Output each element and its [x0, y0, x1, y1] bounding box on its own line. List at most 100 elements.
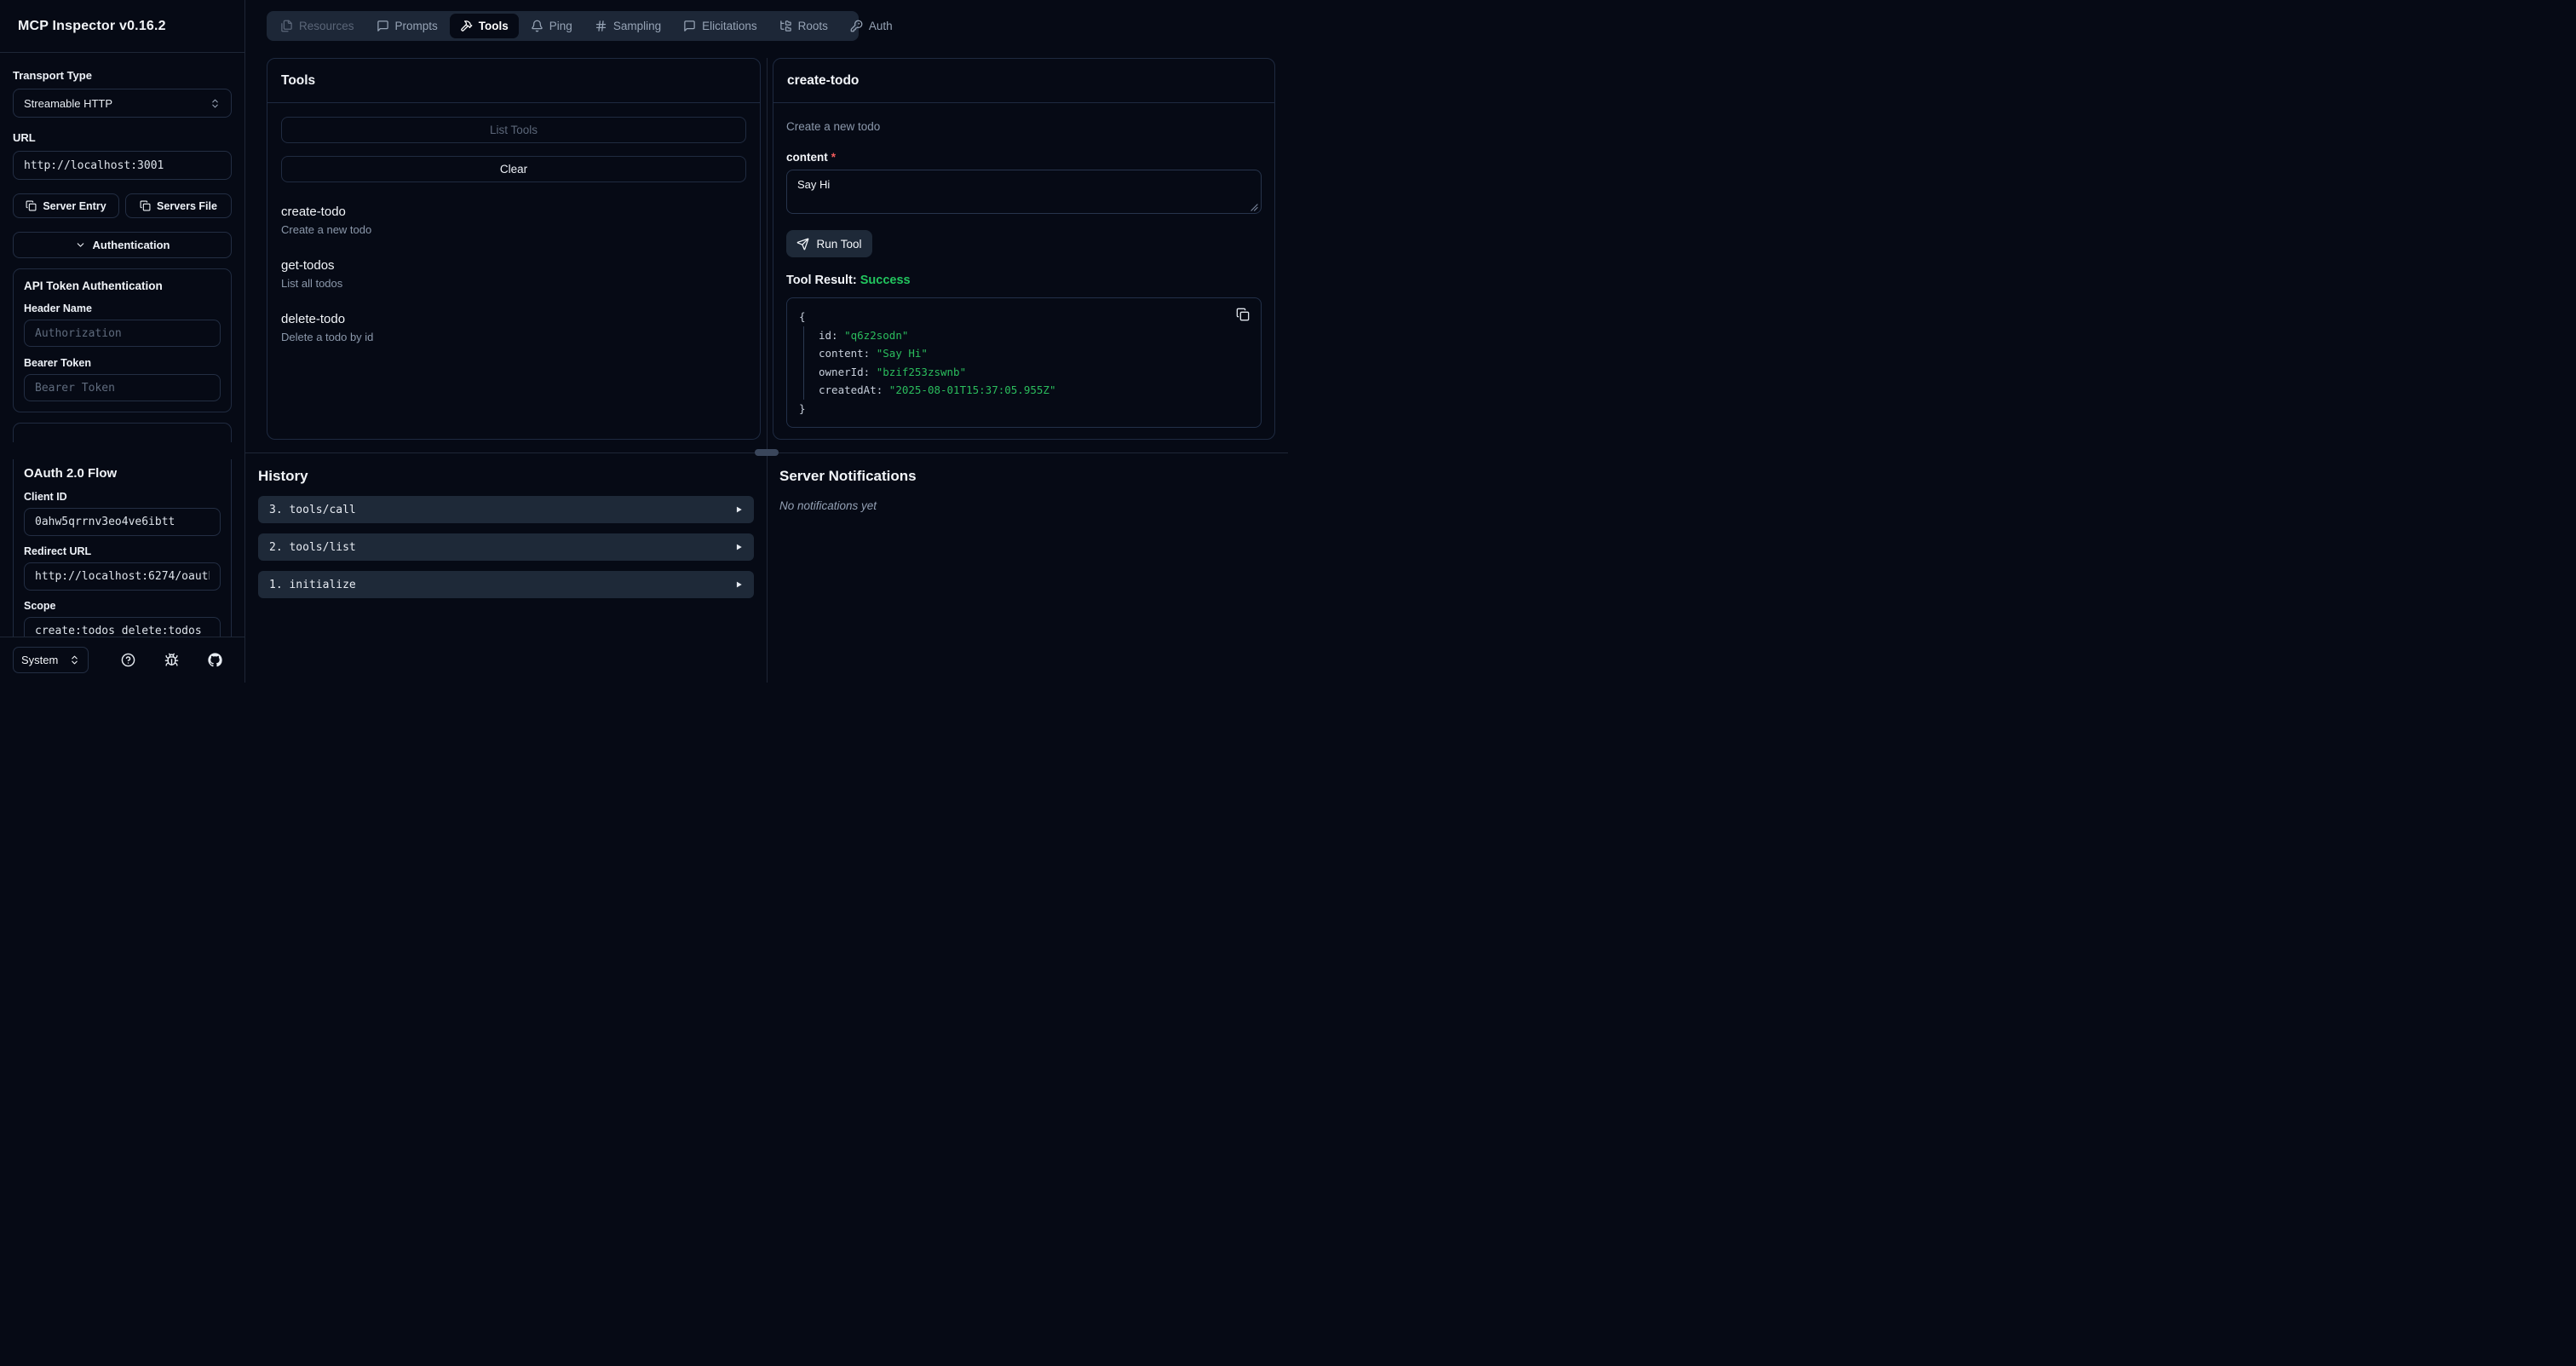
- json-entries: id: "q6z2sodn" content: "Say Hi" ownerId…: [803, 326, 1249, 400]
- resize-grip-icon[interactable]: [1251, 204, 1258, 211]
- oauth-flow-card: OAuth 2.0 Flow Client ID Redirect URL Sc…: [13, 459, 232, 637]
- tool-description: List all todos: [281, 277, 746, 290]
- expand-triangle-icon: [734, 543, 743, 551]
- tool-description: Delete a todo by id: [281, 331, 746, 343]
- oauth-flow-title: OAuth 2.0 Flow: [24, 466, 221, 481]
- json-open-brace: {: [799, 308, 1249, 326]
- tab-ping[interactable]: Ping: [520, 14, 583, 38]
- header-name-input[interactable]: [24, 320, 221, 347]
- tab-tools[interactable]: Tools: [450, 14, 519, 38]
- bearer-token-label: Bearer Token: [24, 357, 221, 369]
- json-entry: id: "q6z2sodn": [819, 326, 1249, 345]
- tool-name: delete-todo: [281, 312, 746, 326]
- redirect-url-label: Redirect URL: [24, 545, 221, 557]
- tab-label: Roots: [798, 20, 828, 32]
- tab-label: Auth: [869, 20, 893, 32]
- history-item-label: 2. tools/list: [269, 541, 356, 554]
- api-token-card: API Token Authentication Header Name Bea…: [13, 268, 232, 412]
- github-icon[interactable]: [208, 653, 222, 667]
- tool-result-status: Success: [860, 274, 911, 287]
- tool-detail-title: create-todo: [773, 59, 1274, 103]
- tab-label: Resources: [299, 20, 354, 32]
- theme-select[interactable]: System: [13, 647, 89, 673]
- json-entry: content: "Say Hi": [819, 344, 1249, 363]
- copy-icon: [1236, 308, 1250, 321]
- authentication-label: Authentication: [93, 239, 170, 251]
- authentication-toggle[interactable]: Authentication: [13, 232, 232, 258]
- theme-select-value: System: [21, 654, 58, 666]
- sidebar-header: MCP Inspector v0.16.2: [0, 0, 244, 53]
- tab-label: Sampling: [613, 20, 661, 32]
- tool-result-json: { id: "q6z2sodn" content: "Say Hi" owner…: [786, 297, 1262, 428]
- tool-result-line: Tool Result: Success: [786, 274, 1262, 287]
- history-item-label: 1. initialize: [269, 579, 356, 591]
- tab-auth[interactable]: Auth: [840, 14, 903, 38]
- tab-sampling[interactable]: Sampling: [584, 14, 671, 38]
- bug-icon[interactable]: [164, 653, 179, 667]
- scope-input[interactable]: [24, 617, 221, 637]
- url-label: URL: [13, 131, 232, 144]
- no-notifications-message: No notifications yet: [779, 499, 1288, 512]
- tool-description: Create a new todo: [281, 223, 746, 236]
- url-input[interactable]: [13, 151, 232, 180]
- tab-resources[interactable]: Resources: [270, 14, 365, 38]
- expand-triangle-icon: [734, 580, 743, 589]
- tab-roots[interactable]: Roots: [769, 14, 838, 38]
- mcp-inspector-app: MCP Inspector v0.16.2 Transport Type Str…: [0, 0, 1288, 683]
- required-asterisk: *: [831, 151, 836, 164]
- server-entry-button[interactable]: Server Entry: [13, 193, 119, 218]
- history-item-label: 3. tools/call: [269, 504, 356, 516]
- history-item-initialize[interactable]: 1. initialize: [258, 571, 754, 598]
- tab-label: Elicitations: [702, 20, 757, 32]
- transport-type-value: Streamable HTTP: [24, 97, 112, 110]
- run-tool-button[interactable]: Run Tool: [786, 230, 872, 257]
- main-area: Resources Prompts Tools Ping Sampling El…: [245, 0, 1288, 683]
- client-id-input[interactable]: [24, 508, 221, 536]
- json-close-brace: }: [799, 400, 1249, 418]
- sidebar-content: Transport Type Streamable HTTP URL Serve…: [0, 53, 244, 637]
- tab-elicitations[interactable]: Elicitations: [673, 14, 768, 38]
- tool-detail-body: Create a new todo content* Say Hi Run To…: [773, 103, 1274, 428]
- list-item[interactable]: create-todo Create a new todo: [281, 205, 746, 236]
- content-field-wrap: Say Hi: [786, 170, 1262, 216]
- transport-type-select[interactable]: Streamable HTTP: [13, 89, 232, 118]
- expand-triangle-icon: [734, 505, 743, 514]
- send-icon: [796, 238, 809, 251]
- server-notifications-section: Server Notifications No notifications ye…: [768, 453, 1288, 683]
- json-entry: ownerId: "bzif253zswnb": [819, 363, 1249, 382]
- client-id-label: Client ID: [24, 491, 221, 503]
- list-item[interactable]: get-todos List all todos: [281, 258, 746, 290]
- tool-detail-panel: create-todo Create a new todo content* S…: [773, 58, 1275, 440]
- sidebar-footer: System: [0, 637, 244, 683]
- tool-name: get-todos: [281, 258, 746, 273]
- history-item-tools-call[interactable]: 3. tools/call: [258, 496, 754, 523]
- tool-result-label: Tool Result:: [786, 274, 857, 287]
- servers-file-label: Servers File: [157, 200, 217, 212]
- content-textarea[interactable]: Say Hi: [786, 170, 1262, 214]
- clear-button[interactable]: Clear: [281, 156, 746, 182]
- content-field-label: content*: [786, 151, 1262, 164]
- server-entry-label: Server Entry: [43, 200, 106, 212]
- list-item[interactable]: delete-todo Delete a todo by id: [281, 312, 746, 343]
- tools-panel-title: Tools: [267, 59, 760, 103]
- sidebar: MCP Inspector v0.16.2 Transport Type Str…: [0, 0, 245, 683]
- servers-file-button[interactable]: Servers File: [125, 193, 232, 218]
- transport-type-label: Transport Type: [13, 69, 232, 82]
- key-icon: [850, 20, 863, 32]
- hammer-icon: [460, 20, 473, 32]
- tab-prompts[interactable]: Prompts: [366, 14, 448, 38]
- scope-label: Scope: [24, 600, 221, 612]
- redirect-url-input[interactable]: [24, 562, 221, 591]
- help-circle-icon[interactable]: [121, 653, 135, 667]
- bearer-token-input[interactable]: [24, 374, 221, 401]
- copy-icon: [26, 200, 37, 211]
- tool-detail-description: Create a new todo: [786, 120, 1262, 133]
- message-square-icon: [683, 20, 696, 32]
- copy-icon: [140, 200, 151, 211]
- copy-buttons-row: Server Entry Servers File: [13, 193, 232, 218]
- copy-result-button[interactable]: [1236, 308, 1250, 324]
- history-item-tools-list[interactable]: 2. tools/list: [258, 533, 754, 561]
- app-title: MCP Inspector v0.16.2: [18, 19, 166, 34]
- tool-list: create-todo Create a new todo get-todos …: [281, 205, 746, 343]
- list-tools-button[interactable]: List Tools: [281, 117, 746, 143]
